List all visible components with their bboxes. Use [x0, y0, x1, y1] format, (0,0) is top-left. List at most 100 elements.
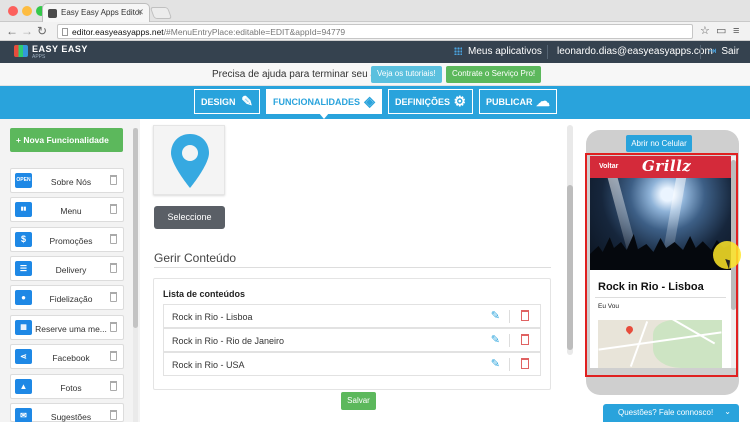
section-title: Gerir Conteúdo [154, 251, 237, 265]
trash-icon[interactable] [110, 381, 117, 391]
row-divider [509, 334, 510, 347]
app-header: EASY EASY APPS Meus aplicativos leonardo… [0, 41, 750, 63]
header-divider [547, 45, 548, 59]
trash-icon[interactable] [521, 334, 529, 345]
tutorials-button[interactable]: Veja os tutoriais! [371, 66, 442, 83]
pencil-icon[interactable]: ✎ [491, 333, 500, 346]
new-feature-button[interactable]: + Nova Funcionalidade [10, 128, 123, 152]
location-pin-icon [171, 134, 209, 188]
my-apps-label: Meus aplicativos [468, 46, 542, 57]
browser-toolbar: ← → ↻ editor.easyeasyapps.net/#MenuEntry… [0, 22, 750, 41]
chevron-down-icon: ⌄ [724, 407, 731, 416]
trash-icon[interactable] [521, 358, 529, 369]
menu-icon[interactable]: ≡ [733, 25, 739, 37]
sidebar-item-loyalty[interactable]: ● Fidelização [10, 285, 124, 310]
icon-preview[interactable] [153, 125, 225, 195]
trash-icon[interactable] [110, 234, 117, 244]
trash-icon[interactable] [110, 351, 117, 361]
user-email[interactable]: leonardo.dias@easyeasyapps.com [557, 46, 713, 57]
trash-icon[interactable] [110, 263, 117, 273]
browser-tab[interactable]: Easy Easy Apps Editor ✕ [42, 3, 150, 22]
puzzle-icon: ◈ [364, 93, 375, 109]
my-apps-link[interactable]: Meus aplicativos [454, 46, 542, 57]
trash-icon[interactable] [110, 204, 117, 214]
pro-service-button[interactable]: Contrate o Serviço Pro! [446, 66, 542, 83]
pencil-icon[interactable]: ✎ [491, 357, 500, 370]
sidebar-item-promotions[interactable]: $ Promoções [10, 227, 124, 252]
share-icon: ⋖ [15, 349, 32, 364]
header-divider [700, 45, 701, 59]
open-on-phone-button[interactable]: Abrir no Celular [626, 135, 692, 152]
main-scroll-thumb[interactable] [567, 185, 573, 350]
cloud-upload-icon: ☁ [536, 93, 550, 109]
cast-icon[interactable]: ▭ [716, 25, 726, 37]
save-button[interactable]: Salvar [341, 392, 376, 410]
content-row-label: Rock in Rio - USA [172, 360, 245, 370]
tab-features[interactable]: FUNCIONALIDADES ◈ [266, 89, 382, 119]
browser-tabbar: Easy Easy Apps Editor ✕ [0, 0, 750, 22]
sidebar-item-label: Menu [60, 206, 82, 216]
trash-icon[interactable] [110, 322, 117, 332]
sidebar-item-label: Delivery [55, 265, 87, 275]
sidebar-item-reservation[interactable]: ▦ Reserve uma me... [10, 315, 124, 340]
trash-icon[interactable] [521, 310, 529, 321]
logo-text: EASY EASY [32, 44, 88, 54]
content-row[interactable]: Rock in Rio - Rio de Janeiro ✎ [163, 328, 541, 352]
section-divider [154, 267, 551, 268]
calendar-icon: ▦ [15, 320, 32, 335]
preview-highlight-frame [585, 153, 738, 377]
support-chat-tab[interactable]: Questões? Fale connosco! ⌄ [603, 404, 739, 422]
sidebar-item-label: Fotos [60, 383, 82, 393]
tab-settings[interactable]: DEFINIÇÕES ⚙ [388, 89, 473, 114]
clipboard-icon: ☰ [15, 261, 32, 276]
sidebar-item-about[interactable]: OPEN Sobre Nós [10, 168, 124, 193]
new-tab-button[interactable] [149, 7, 173, 19]
reload-icon[interactable]: ↻ [37, 24, 47, 38]
tab-design-label: DESIGN [201, 97, 236, 107]
sidebar-item-suggestions[interactable]: ✉ Sugestões [10, 403, 124, 422]
content-list-title: Lista de conteúdos [163, 289, 246, 299]
logo-icon [14, 45, 28, 57]
content-row[interactable]: Rock in Rio - Lisboa ✎ [163, 304, 541, 328]
url-path: /#MenuEntryPlace:editable=EDIT&appId=947… [163, 27, 346, 37]
tab-features-label: FUNCIONALIDADES [273, 97, 360, 107]
apps-grid-icon [454, 47, 462, 55]
trash-icon[interactable] [110, 292, 117, 302]
logo-subtext: APPS [32, 54, 46, 60]
sidebar-item-menu[interactable]: ▮▮ Menu [10, 197, 124, 222]
content-row[interactable]: Rock in Rio - USA ✎ [163, 352, 541, 376]
minimize-window-button[interactable] [22, 6, 32, 16]
support-label: Questões? Fale connosco! [618, 408, 714, 417]
favicon-icon [48, 9, 57, 18]
sidebar-item-label: Sobre Nós [50, 177, 92, 187]
close-window-button[interactable] [8, 6, 18, 16]
select-icon-button[interactable]: Seleccione [154, 206, 225, 229]
gear-icon: ⚙ [453, 93, 466, 109]
tab-publish[interactable]: PUBLICAR ☁ [479, 89, 557, 114]
trash-icon[interactable] [110, 175, 117, 185]
sidebar-item-facebook[interactable]: ⋖ Facebook [10, 344, 124, 369]
close-tab-icon[interactable]: ✕ [136, 7, 144, 18]
sidebar-item-photos[interactable]: ▲ Fotos [10, 374, 124, 399]
sidebar-item-delivery[interactable]: ☰ Delivery [10, 256, 124, 281]
pencil-icon[interactable]: ✎ [491, 309, 500, 322]
tab-design[interactable]: DESIGN ✎ [194, 89, 260, 114]
trash-icon[interactable] [110, 410, 117, 420]
brush-icon: ✎ [241, 93, 253, 109]
sidebar-item-label: Sugestões [50, 412, 92, 422]
help-text: Precisa de ajuda para terminar seu app? [212, 69, 393, 80]
back-arrow-icon[interactable]: ← [6, 24, 18, 38]
forward-arrow-icon[interactable]: → [21, 24, 33, 38]
sidebar-item-label: Facebook [52, 353, 90, 363]
content-row-label: Rock in Rio - Lisboa [172, 312, 253, 322]
book-icon: ▮▮ [15, 202, 32, 217]
bookmark-star-icon[interactable]: ☆ [700, 25, 710, 37]
main-nav: DESIGN ✎ FUNCIONALIDADES ◈ DEFINIÇÕES ⚙ … [0, 86, 750, 119]
logout-link[interactable]: ⇥ Sair [708, 46, 739, 57]
tab-publish-label: PUBLICAR [486, 97, 533, 107]
tab-settings-label: DEFINIÇÕES [395, 97, 451, 107]
sidebar-scroll-thumb[interactable] [133, 128, 138, 328]
row-divider [509, 358, 510, 371]
address-bar[interactable]: editor.easyeasyapps.net/#MenuEntryPlace:… [57, 24, 693, 39]
image-icon: ▲ [15, 379, 32, 394]
